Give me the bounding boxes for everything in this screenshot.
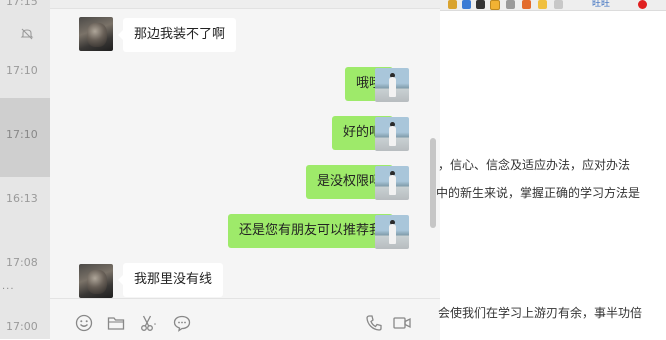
chat-scrollbar[interactable] (430, 138, 436, 228)
document-text-line: ，信心、信念及适应办法，应对办法 (438, 158, 631, 172)
message-bubble-sent[interactable]: 还是您有朋友可以推荐我 (227, 214, 399, 248)
extension-icon[interactable] (538, 0, 547, 9)
session-time: 17:10 (6, 128, 38, 141)
extension-icon[interactable] (506, 0, 515, 9)
self-avatar[interactable] (375, 215, 409, 249)
self-avatar[interactable] (375, 166, 409, 200)
browser-toolbar: 旺旺 (440, 0, 666, 11)
contact-avatar[interactable] (79, 264, 113, 298)
extension-icon[interactable] (522, 0, 531, 9)
folder-icon[interactable] (106, 313, 126, 333)
document-text-line: 会使我们在学习上游刃有余，事半功倍 (438, 306, 643, 320)
self-avatar[interactable] (375, 68, 409, 102)
alert-icon[interactable] (638, 0, 647, 9)
document-view: 旺旺 ，信心、信念及适应办法，应对办法 中的新生来说，掌握正确的学习方法是 会使… (436, 0, 666, 339)
message-bubble-received[interactable]: 我那里没有线 (117, 263, 224, 297)
session-time: 17:08 (6, 256, 38, 269)
scissors-icon[interactable] (138, 313, 158, 333)
message-bubble-received[interactable]: 那边我装不了啊 (117, 18, 237, 52)
session-time-top: 17:15 (6, 0, 38, 8)
session-time: 17:10 (6, 64, 38, 77)
mute-icon (20, 26, 34, 40)
extension-icon[interactable] (490, 0, 500, 10)
extension-icon[interactable] (476, 0, 485, 9)
self-avatar[interactable] (375, 117, 409, 151)
emoji-icon[interactable] (74, 313, 94, 333)
document-text-line: 中的新生来说，掌握正确的学习方法是 (436, 186, 641, 200)
session-time: 17:00 (6, 320, 38, 333)
chat-header-edge (50, 0, 440, 9)
chat-pane: 那边我装不了啊 哦哦 好的吧 是没权限吗 还是您有朋友可以推荐我 我那里没有线 (50, 0, 440, 340)
contact-avatar[interactable] (79, 17, 113, 51)
video-icon[interactable] (392, 313, 412, 333)
extension-icon[interactable] (462, 0, 471, 9)
phone-icon[interactable] (364, 313, 384, 333)
extension-icon[interactable] (554, 0, 563, 9)
session-time: 16:13 (6, 192, 38, 205)
extension-icon[interactable] (448, 0, 457, 9)
chat-history-icon[interactable] (172, 313, 192, 333)
session-list[interactable]: 17:15 17:10 17:10 16:13 17:08 ... 17:00 (0, 0, 50, 339)
browser-link[interactable]: 旺旺 (592, 0, 610, 9)
overflow-dots: ... (2, 281, 15, 292)
